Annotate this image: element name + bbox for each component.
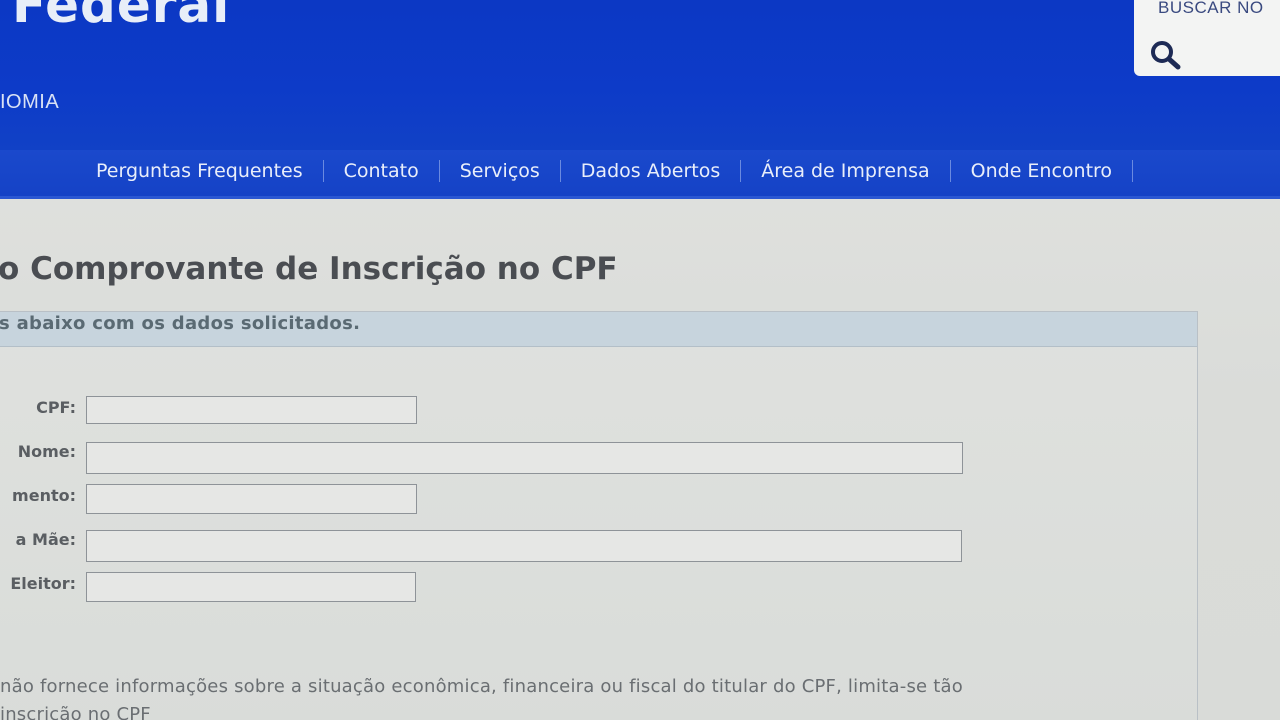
nav-separator bbox=[740, 160, 742, 182]
site-header: Federal IOMIA BUSCAR NO bbox=[0, 0, 1280, 150]
disclaimer-note-line-1: não fornece informações sobre a situação… bbox=[0, 676, 963, 697]
nome-mae-field[interactable] bbox=[86, 530, 962, 562]
nome-field[interactable] bbox=[86, 442, 963, 474]
search-label: BUSCAR NO bbox=[1158, 0, 1264, 17]
titulo-eleitor-field[interactable] bbox=[86, 572, 416, 602]
nav-item-dados-abertos[interactable]: Dados Abertos bbox=[581, 160, 720, 182]
nav-item-area-de-imprensa[interactable]: Área de Imprensa bbox=[761, 160, 929, 182]
cpf-form-panel: s abaixo com os dados solicitados. bbox=[0, 311, 1198, 720]
page: Federal IOMIA BUSCAR NO Perguntas Freque… bbox=[0, 0, 1280, 720]
disclaimer-note-line-2: inscrição no CPF bbox=[0, 704, 151, 720]
nav-list: Perguntas Frequentes Contato Serviços Da… bbox=[96, 160, 1153, 182]
nav-item-contato[interactable]: Contato bbox=[344, 160, 419, 182]
titulo-eleitor-label: Eleitor: bbox=[10, 574, 76, 593]
form-instruction: s abaixo com os dados solicitados. bbox=[0, 313, 361, 334]
cpf-field[interactable] bbox=[86, 396, 417, 424]
nav-separator bbox=[1132, 160, 1134, 182]
top-navigation: Perguntas Frequentes Contato Serviços Da… bbox=[0, 150, 1280, 199]
data-nascimento-label: mento: bbox=[12, 486, 76, 505]
search-icon[interactable] bbox=[1148, 38, 1184, 70]
nav-separator bbox=[322, 160, 324, 182]
site-brand-logo-text[interactable]: Federal bbox=[12, 0, 230, 30]
nav-item-servicos[interactable]: Serviços bbox=[460, 160, 540, 182]
nome-label: Nome: bbox=[17, 442, 76, 461]
nome-mae-label: a Mãe: bbox=[15, 530, 76, 549]
nav-separator bbox=[559, 160, 561, 182]
ministry-label: IOMIA bbox=[0, 91, 60, 113]
search-box[interactable]: BUSCAR NO bbox=[1134, 0, 1280, 76]
data-nascimento-field[interactable] bbox=[86, 484, 417, 514]
page-title: o Comprovante de Inscrição no CPF bbox=[0, 251, 618, 287]
nav-item-onde-encontro[interactable]: Onde Encontro bbox=[971, 160, 1112, 182]
nav-separator bbox=[438, 160, 440, 182]
nav-item-perguntas-frequentes[interactable]: Perguntas Frequentes bbox=[96, 160, 303, 182]
cpf-label: CPF: bbox=[36, 398, 76, 417]
form-header: s abaixo com os dados solicitados. bbox=[0, 312, 1197, 347]
nav-separator bbox=[949, 160, 951, 182]
